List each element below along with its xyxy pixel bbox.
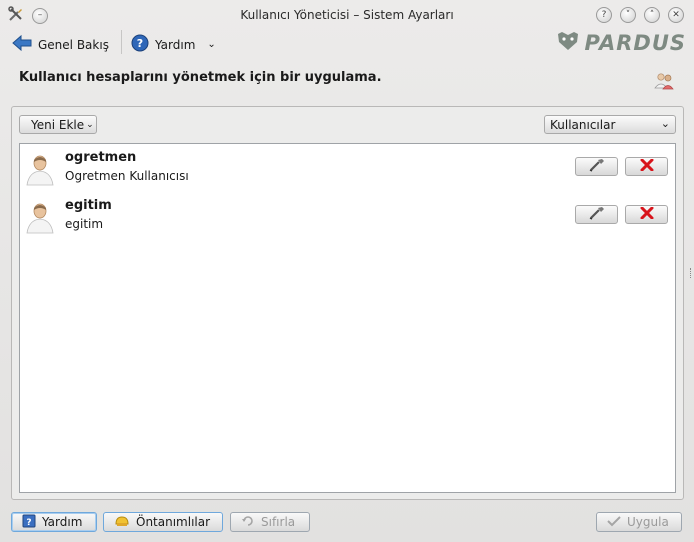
users-panel: Yeni Ekle ⌄ Kullanıcılar ⌄ ogretmen Ogre… xyxy=(11,106,684,500)
delete-x-icon xyxy=(640,206,654,222)
user-name: ogretmen xyxy=(65,150,137,165)
window-title: Kullanıcı Yöneticisi – Sistem Ayarları xyxy=(240,8,454,22)
defaults-label: Öntanımlılar xyxy=(136,515,211,529)
chevron-down-icon: ⌄ xyxy=(86,119,94,130)
list-item[interactable]: ogretmen Ogretmen Kullanıcısı xyxy=(20,144,675,192)
delete-user-button[interactable] xyxy=(625,157,668,176)
wrench-icon xyxy=(588,158,606,175)
defaults-icon xyxy=(114,514,130,531)
reset-icon xyxy=(241,515,255,530)
help-icon: ? xyxy=(131,34,149,55)
footer-help-label: Yardım xyxy=(42,515,83,529)
pardus-logo: PARDUS xyxy=(555,30,687,55)
filter-select[interactable]: Kullanıcılar ⌄ xyxy=(544,115,676,134)
page-description: Kullanıcı hesaplarını yönetmek için bir … xyxy=(19,70,382,85)
filter-selected-value: Kullanıcılar xyxy=(550,117,616,132)
reset-button[interactable]: Sıfırla xyxy=(230,512,310,532)
chevron-down-icon[interactable]: ⌄ xyxy=(207,39,215,50)
toolbar-help-button[interactable]: ? Yardım ⌄ xyxy=(131,34,216,55)
maximize-button[interactable]: ˄ xyxy=(644,7,660,23)
user-avatar-icon xyxy=(26,200,54,237)
checkmark-icon xyxy=(607,515,621,530)
user-avatar-icon xyxy=(26,152,54,189)
back-arrow-icon xyxy=(12,34,32,55)
users-icon xyxy=(654,72,674,93)
pardus-leopard-icon xyxy=(555,30,581,55)
footer-help-button[interactable]: ? Yardım xyxy=(11,512,97,532)
wrench-icon xyxy=(588,206,606,223)
help-question-button[interactable]: ? xyxy=(596,7,612,23)
resize-grip[interactable] xyxy=(690,268,693,278)
back-button[interactable]: Genel Bakış xyxy=(12,34,109,55)
apply-label: Uygula xyxy=(627,515,669,529)
delete-x-icon xyxy=(640,158,654,174)
svg-text:?: ? xyxy=(137,37,143,50)
minimize-button[interactable]: ˅ xyxy=(620,7,636,23)
list-item[interactable]: egitim egitim xyxy=(20,192,675,240)
apply-button[interactable]: Uygula xyxy=(596,512,682,532)
add-new-button[interactable]: Yeni Ekle ⌄ xyxy=(19,115,97,134)
help-label: Yardım xyxy=(155,37,196,52)
close-button[interactable]: ✕ xyxy=(668,7,684,23)
defaults-button[interactable]: Öntanımlılar xyxy=(103,512,223,532)
pardus-logo-text: PARDUS xyxy=(584,30,686,55)
add-new-label: Yeni Ekle xyxy=(31,117,85,132)
reset-label: Sıfırla xyxy=(261,515,296,529)
user-fullname: Ogretmen Kullanıcısı xyxy=(65,169,189,183)
delete-user-button[interactable] xyxy=(625,205,668,224)
title-bar: – Kullanıcı Yöneticisi – Sistem Ayarları… xyxy=(0,0,694,30)
svg-text:?: ? xyxy=(26,518,31,528)
edit-user-button[interactable] xyxy=(575,205,618,224)
window: – Kullanıcı Yöneticisi – Sistem Ayarları… xyxy=(0,0,694,542)
user-fullname: egitim xyxy=(65,217,104,231)
chevron-down-icon: ⌄ xyxy=(660,117,670,130)
user-list: ogretmen Ogretmen Kullanıcısı egitim egi… xyxy=(19,143,676,493)
edit-user-button[interactable] xyxy=(575,157,618,176)
back-button-label: Genel Bakış xyxy=(38,37,109,52)
toolbar-divider xyxy=(121,30,122,54)
help-book-icon: ? xyxy=(22,514,36,531)
user-name: egitim xyxy=(65,198,112,213)
